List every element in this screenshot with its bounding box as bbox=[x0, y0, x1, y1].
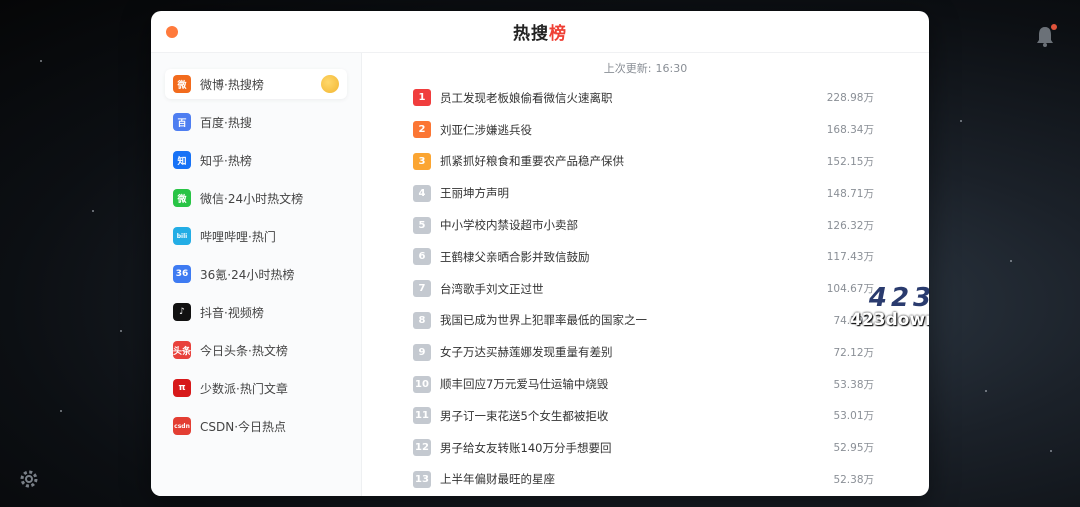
rank-badge: 12 bbox=[413, 439, 431, 457]
rank-badge: 10 bbox=[413, 375, 431, 393]
title-bar: 热搜榜 bbox=[151, 11, 929, 53]
toutiao-icon: 头条 bbox=[173, 341, 191, 359]
hot-count: 148.71万 bbox=[826, 187, 874, 200]
weibo-icon: 微 bbox=[173, 75, 191, 93]
sidebar-item-douyin[interactable]: ♪ 抖音·视频榜 bbox=[165, 297, 347, 327]
list-item[interactable]: 6 王鹤棣父亲晒合影并致信鼓励 117.43万 bbox=[413, 241, 874, 273]
hot-count: 126.32万 bbox=[826, 219, 874, 232]
sidebar-item-label: 知乎·热榜 bbox=[200, 153, 252, 168]
source-sidebar: 微微博·热搜榜百百度·热搜知知乎·热榜微微信·24小时热文榜 bili 哔哩哔哩·热… bbox=[151, 53, 362, 496]
sidebar-item-sspai[interactable]: π 少数派·热门文章 bbox=[165, 373, 347, 403]
sidebar-item-label: 微信·24小时热文榜 bbox=[200, 191, 304, 206]
item-title: 王丽坤方声明 bbox=[440, 186, 509, 201]
rank-badge: 7 bbox=[413, 280, 431, 298]
app-title-prefix: 热搜 bbox=[513, 24, 549, 44]
sidebar-item-label: 百度·热搜 bbox=[200, 115, 252, 130]
item-title: 女子万达买赫莲娜发现重量有差别 bbox=[440, 345, 613, 360]
hot-count: 52.95万 bbox=[833, 442, 874, 455]
list-item[interactable]: 4 王丽坤方声明 148.71万 bbox=[413, 177, 874, 209]
last-updated-time: 16:30 bbox=[655, 62, 688, 75]
list-item[interactable]: 11 男子订一束花送5个女生都被拒收 53.01万 bbox=[413, 400, 874, 432]
hot-count: 53.38万 bbox=[833, 378, 874, 391]
sidebar-item-weibo[interactable]: 微微博·热搜榜 bbox=[165, 69, 347, 99]
hot-count: 74.29万 bbox=[833, 314, 874, 327]
list-item[interactable]: 1 员工发现老板娘偷看微信火速离职 228.98万 bbox=[413, 82, 874, 114]
sidebar-item-label: 少数派·热门文章 bbox=[200, 381, 288, 396]
list-item[interactable]: 10 顺丰回应7万元爱马仕运输中烧毁 53.38万 bbox=[413, 368, 874, 400]
rank-badge: 2 bbox=[413, 121, 431, 139]
notification-bell-icon[interactable] bbox=[1034, 24, 1057, 48]
sidebar-item-label: 今日头条·热文榜 bbox=[200, 343, 288, 358]
list-item[interactable]: 2 刘亚仁涉嫌逃兵役 168.34万 bbox=[413, 114, 874, 146]
hot-count: 52.38万 bbox=[833, 473, 874, 486]
csdn-icon: csdn bbox=[173, 417, 191, 435]
item-title: 刘亚仁涉嫌逃兵役 bbox=[440, 122, 532, 137]
sidebar-item-toutiao[interactable]: 头条 今日头条·热文榜 bbox=[165, 335, 347, 365]
item-title: 顺丰回应7万元爱马仕运输中烧毁 bbox=[440, 377, 609, 392]
sidebar-item-label: 36氪·24小时热榜 bbox=[200, 267, 295, 282]
close-button[interactable] bbox=[166, 26, 178, 38]
hot-count: 104.67万 bbox=[826, 283, 874, 296]
rank-badge: 11 bbox=[413, 407, 431, 425]
last-updated-label: 上次更新: bbox=[603, 62, 652, 75]
item-title: 我国已成为世界上犯罪率最低的国家之一 bbox=[440, 313, 647, 328]
list-item[interactable]: 12 男子给女友转账140万分手想要回 52.95万 bbox=[413, 432, 874, 464]
rank-badge: 6 bbox=[413, 248, 431, 266]
list-item[interactable]: 8 我国已成为世界上犯罪率最低的国家之一 74.29万 bbox=[413, 305, 874, 337]
hot-list-panel: 上次更新: 16:30 1 员工发现老板娘偷看微信火速离职 228.98万 2 刘亚仁涉嫌… bbox=[362, 53, 929, 496]
app-window: 热搜榜 微微博·热搜榜百百度·热搜知知乎·热榜微微信·24小时热文榜 bili 哔哩… bbox=[151, 11, 929, 496]
sidebar-item-label: 抖音·视频榜 bbox=[200, 305, 264, 320]
hot-list: 1 员工发现老板娘偷看微信火速离职 228.98万 2 刘亚仁涉嫌逃兵役 168.34万 3… bbox=[362, 82, 929, 495]
notification-dot bbox=[1051, 24, 1057, 30]
sidebar-item-bilibili[interactable]: bili 哔哩哔哩·热门 bbox=[165, 221, 347, 251]
sidebar-item-zhihu[interactable]: 知知乎·热榜 bbox=[165, 145, 347, 175]
sidebar-item-csdn[interactable]: csdn CSDN·今日热点 bbox=[165, 411, 347, 441]
sidebar-item-label: 微博·热搜榜 bbox=[200, 77, 264, 92]
hot-count: 53.01万 bbox=[833, 410, 874, 423]
app-title-accent: 榜 bbox=[549, 24, 567, 44]
rank-badge: 8 bbox=[413, 311, 431, 329]
list-item[interactable]: 3 抓紧抓好粮食和重要农产品稳产保供 152.15万 bbox=[413, 146, 874, 178]
hot-count: 117.43万 bbox=[826, 251, 874, 264]
list-item[interactable]: 13 上半年偏财最旺的星座 52.38万 bbox=[413, 464, 874, 496]
zhihu-icon: 知 bbox=[173, 151, 191, 169]
rank-badge: 4 bbox=[413, 184, 431, 202]
item-title: 王鹤棣父亲晒合影并致信鼓励 bbox=[440, 249, 590, 264]
hot-count: 72.12万 bbox=[833, 346, 874, 359]
item-title: 员工发现老板娘偷看微信火速离职 bbox=[440, 90, 613, 105]
douyin-icon: ♪ bbox=[173, 303, 191, 321]
medal-icon bbox=[321, 75, 339, 93]
item-title: 男子给女友转账140万分手想要回 bbox=[440, 440, 612, 455]
baidu-icon: 百 bbox=[173, 113, 191, 131]
item-title: 抓紧抓好粮食和重要农产品稳产保供 bbox=[440, 154, 624, 169]
list-item[interactable]: 5 中小学校内禁设超市小卖部 126.32万 bbox=[413, 209, 874, 241]
item-title: 上半年偏财最旺的星座 bbox=[440, 472, 555, 487]
last-updated: 上次更新: 16:30 bbox=[362, 61, 929, 77]
rank-badge: 13 bbox=[413, 470, 431, 488]
sidebar-item-label: 哔哩哔哩·热门 bbox=[200, 229, 276, 244]
wechat-icon: 微 bbox=[173, 189, 191, 207]
rank-badge: 9 bbox=[413, 343, 431, 361]
settings-gear-icon[interactable] bbox=[18, 468, 40, 490]
sidebar-item-label: CSDN·今日热点 bbox=[200, 419, 287, 434]
sidebar-item-wechat[interactable]: 微微信·24小时热文榜 bbox=[165, 183, 347, 213]
hot-count: 168.34万 bbox=[826, 124, 874, 137]
sidebar-item-baidu[interactable]: 百百度·热搜 bbox=[165, 107, 347, 137]
rank-badge: 1 bbox=[413, 89, 431, 107]
sidebar-item-36kr[interactable]: 36 36氪·24小时热榜 bbox=[165, 259, 347, 289]
list-item[interactable]: 9 女子万达买赫莲娜发现重量有差别 72.12万 bbox=[413, 336, 874, 368]
sspai-icon: π bbox=[173, 379, 191, 397]
list-item[interactable]: 7 台湾歌手刘文正过世 104.67万 bbox=[413, 273, 874, 305]
rank-badge: 3 bbox=[413, 152, 431, 170]
rank-badge: 5 bbox=[413, 216, 431, 234]
app-title: 热搜榜 bbox=[513, 19, 567, 44]
hot-count: 228.98万 bbox=[826, 92, 874, 105]
item-title: 中小学校内禁设超市小卖部 bbox=[440, 218, 578, 233]
item-title: 男子订一束花送5个女生都被拒收 bbox=[440, 408, 609, 423]
item-title: 台湾歌手刘文正过世 bbox=[440, 281, 544, 296]
36kr-icon: 36 bbox=[173, 265, 191, 283]
bilibili-icon: bili bbox=[173, 227, 191, 245]
hot-count: 152.15万 bbox=[826, 155, 874, 168]
